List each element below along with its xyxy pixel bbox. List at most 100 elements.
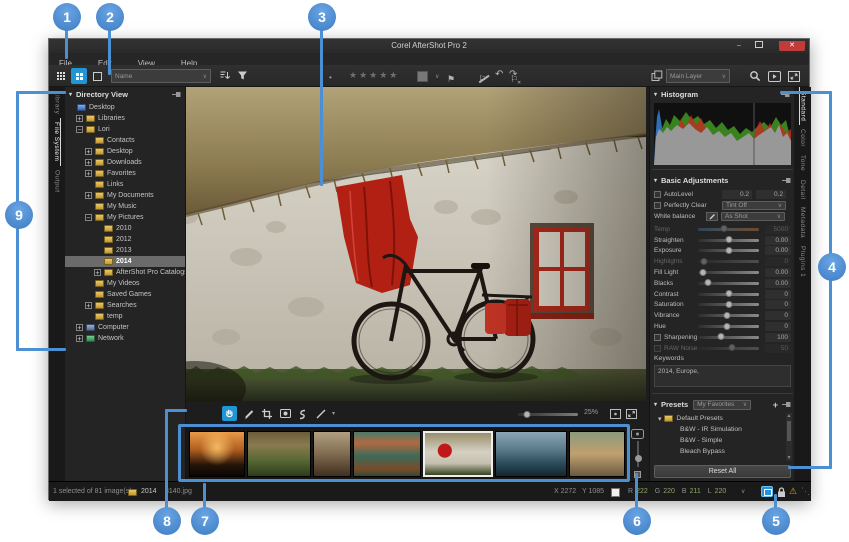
tree-item[interactable]: 2012 xyxy=(65,234,185,245)
pin-icon[interactable] xyxy=(782,177,791,184)
slider-knob[interactable] xyxy=(704,279,711,286)
tree-item[interactable]: Contacts xyxy=(65,135,185,146)
slider-knob[interactable] xyxy=(720,225,727,232)
tree-item[interactable]: Saved Games xyxy=(65,289,185,300)
slider-track[interactable] xyxy=(698,249,759,252)
tree-item[interactable]: +Desktop xyxy=(65,146,185,157)
fullscreen-icon[interactable] xyxy=(788,71,800,82)
slider-knob[interactable] xyxy=(724,323,731,330)
checkbox[interactable] xyxy=(654,345,661,352)
sort-direction-icon[interactable] xyxy=(219,70,230,81)
value-box[interactable]: 0 xyxy=(765,290,791,299)
zoom-slider[interactable] xyxy=(518,413,578,416)
reset-all-button[interactable]: Reset All xyxy=(654,465,791,478)
tree-item[interactable]: temp xyxy=(65,311,185,322)
expand-toggle-icon[interactable]: + xyxy=(94,269,101,276)
collapse-arrow-icon[interactable]: ▾ xyxy=(654,401,657,408)
tree-item[interactable]: +Favorites xyxy=(65,168,185,179)
slideshow-icon[interactable] xyxy=(768,71,781,82)
expand-toggle-icon[interactable]: + xyxy=(76,324,83,331)
crop-tool-icon[interactable] xyxy=(262,409,272,419)
thumbnail-size-knob[interactable] xyxy=(635,455,642,462)
slider-track[interactable] xyxy=(698,239,759,242)
tree-item[interactable]: +Libraries xyxy=(65,113,185,124)
redeye-tool-icon[interactable] xyxy=(280,409,291,418)
scrollbar-thumb[interactable] xyxy=(787,421,791,441)
tab-detail[interactable]: Detail xyxy=(799,176,806,204)
straighten-tool-icon[interactable] xyxy=(316,409,326,419)
tree-item[interactable]: +AfterShot Pro Catalogs xyxy=(65,267,185,278)
expand-toggle-icon[interactable]: − xyxy=(76,126,83,133)
checkbox[interactable] xyxy=(654,334,661,341)
preset-folder[interactable]: ▾Default Presets xyxy=(654,413,791,424)
search-icon[interactable] xyxy=(749,70,761,82)
slider-knob[interactable] xyxy=(725,301,732,308)
value-box[interactable]: 5000 xyxy=(765,225,791,234)
slider-track[interactable] xyxy=(698,314,759,317)
tree-item[interactable]: Desktop xyxy=(65,102,185,113)
slider-knob[interactable] xyxy=(699,269,706,276)
slider-track[interactable] xyxy=(698,293,759,296)
slider-track[interactable] xyxy=(698,347,759,350)
expand-toggle-icon[interactable]: + xyxy=(76,115,83,122)
slider-knob[interactable] xyxy=(725,236,732,243)
value-box[interactable]: 0 xyxy=(765,300,791,309)
zoom-100-icon[interactable] xyxy=(610,409,621,419)
lock-icon[interactable] xyxy=(777,486,786,498)
color-label-chevron-icon[interactable]: ∨ xyxy=(435,73,439,80)
value-box[interactable]: 50 xyxy=(765,344,791,353)
layer-dropdown[interactable]: Main Layer∨ xyxy=(666,69,730,83)
value-box[interactable]: 0 xyxy=(765,322,791,331)
layers-icon[interactable] xyxy=(651,70,663,82)
scroll-up-icon[interactable]: ▲ xyxy=(786,413,792,419)
minimize-button[interactable]: – xyxy=(731,41,747,51)
preset-item[interactable]: B&W - Simple xyxy=(654,435,791,446)
tree-item[interactable]: −My Pictures xyxy=(65,212,185,223)
preset-item[interactable]: Bleach Bypass xyxy=(654,446,791,457)
tree-item[interactable]: +Network xyxy=(65,333,185,344)
value-box[interactable]: 0.00 xyxy=(765,236,791,245)
slider-track[interactable] xyxy=(698,271,759,274)
slider-track[interactable] xyxy=(698,282,759,285)
color-label-swatch[interactable] xyxy=(417,71,428,82)
close-button[interactable]: ✕ xyxy=(779,41,805,51)
expand-toggle-icon[interactable]: + xyxy=(85,302,92,309)
collapse-arrow-icon[interactable]: ▾ xyxy=(654,91,657,98)
rating-dot-icon[interactable]: • xyxy=(329,73,332,82)
pan-tool-button[interactable] xyxy=(222,406,237,421)
eyedropper-tool-icon[interactable] xyxy=(244,409,254,419)
flag-pick-icon[interactable]: ⚑ xyxy=(447,74,455,85)
perfectly-clear-checkbox[interactable] xyxy=(654,202,661,209)
expand-toggle-icon[interactable]: + xyxy=(85,159,92,166)
thumbnail-size-slider[interactable] xyxy=(637,441,639,467)
tree-item[interactable]: My Videos xyxy=(65,278,185,289)
redo-icon[interactable]: ↷ xyxy=(509,69,517,80)
tree-item[interactable]: +Searches xyxy=(65,300,185,311)
slider-track[interactable] xyxy=(698,336,759,339)
slider-knob[interactable] xyxy=(701,258,708,265)
expand-toggle-icon[interactable]: + xyxy=(76,335,83,342)
tab-metadata[interactable]: Metadata xyxy=(799,203,806,242)
value-box[interactable]: 0.00 xyxy=(765,246,791,255)
zoom-slider-knob[interactable] xyxy=(524,411,531,418)
autolevel-value-1[interactable]: 0.2 xyxy=(722,190,752,199)
tree-item[interactable]: 2010 xyxy=(65,223,185,234)
tools-chevron-icon[interactable]: ▾ xyxy=(332,410,335,417)
expand-toggle-icon[interactable]: − xyxy=(85,214,92,221)
slider-knob[interactable] xyxy=(725,290,732,297)
collapse-arrow-icon[interactable]: ▾ xyxy=(654,177,657,184)
value-box[interactable]: 0.00 xyxy=(765,279,791,288)
sort-field-dropdown[interactable]: Name∨ xyxy=(111,69,211,83)
tree-item[interactable]: +Downloads xyxy=(65,157,185,168)
autolevel-value-2[interactable]: 0.2 xyxy=(756,190,786,199)
pin-icon[interactable] xyxy=(172,91,181,98)
white-balance-dropdown[interactable]: As Shot∨ xyxy=(721,212,785,221)
tab-plugins-1[interactable]: Plugins 1 xyxy=(799,242,806,281)
value-box[interactable]: 100 xyxy=(765,333,791,342)
heal-clone-tool-icon[interactable] xyxy=(298,409,307,420)
star-rating[interactable]: ★★★★★ xyxy=(349,70,399,81)
autolevel-checkbox[interactable] xyxy=(654,191,661,198)
resize-grip[interactable]: ⋱ xyxy=(801,486,810,497)
filter-icon[interactable] xyxy=(237,70,248,81)
tree-item[interactable]: +My Documents xyxy=(65,190,185,201)
